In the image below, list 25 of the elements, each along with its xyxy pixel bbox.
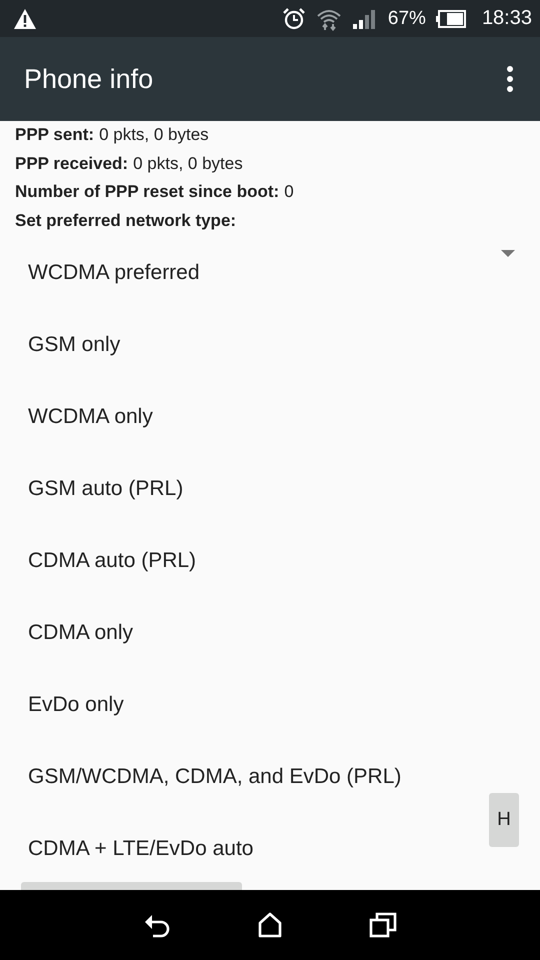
- network-type-option[interactable]: WCDMA only: [0, 381, 157, 453]
- recents-icon[interactable]: [369, 912, 397, 938]
- info-line: Set preferred network type:: [14, 210, 238, 232]
- network-type-spinner[interactable]: WCDMA preferred: [0, 237, 540, 309]
- overflow-menu-icon[interactable]: [506, 66, 514, 92]
- network-type-option[interactable]: CDMA + LTE/EvDo auto: [0, 813, 258, 858]
- battery-icon: [436, 10, 466, 28]
- network-type-option[interactable]: EvDo only: [0, 669, 128, 741]
- network-type-option[interactable]: CDMA only: [0, 597, 138, 669]
- battery-percent: 67%: [388, 8, 426, 30]
- home-icon[interactable]: [257, 912, 283, 938]
- clock-time: 18:33: [482, 7, 532, 30]
- network-type-option[interactable]: CDMA auto (PRL): [0, 525, 200, 597]
- signal-icon: [352, 8, 378, 30]
- info-line: PPP received: 0 pkts, 0 bytes: [14, 152, 244, 174]
- dropdown-arrow-icon: [501, 250, 515, 258]
- network-type-option[interactable]: GSM auto (PRL): [0, 453, 188, 525]
- side-button[interactable]: H: [489, 793, 519, 847]
- network-type-option[interactable]: GSM/WCDMA, CDMA, and EvDo (PRL): [0, 741, 406, 813]
- screen-title: Phone info: [24, 64, 154, 94]
- network-type-option[interactable]: GSM only: [0, 309, 124, 381]
- info-line: Number of PPP reset since boot: 0: [14, 181, 295, 203]
- info-line: PPP sent: 0 pkts, 0 bytes: [14, 124, 210, 146]
- alarm-icon: [282, 6, 306, 30]
- warning-icon: [13, 8, 37, 30]
